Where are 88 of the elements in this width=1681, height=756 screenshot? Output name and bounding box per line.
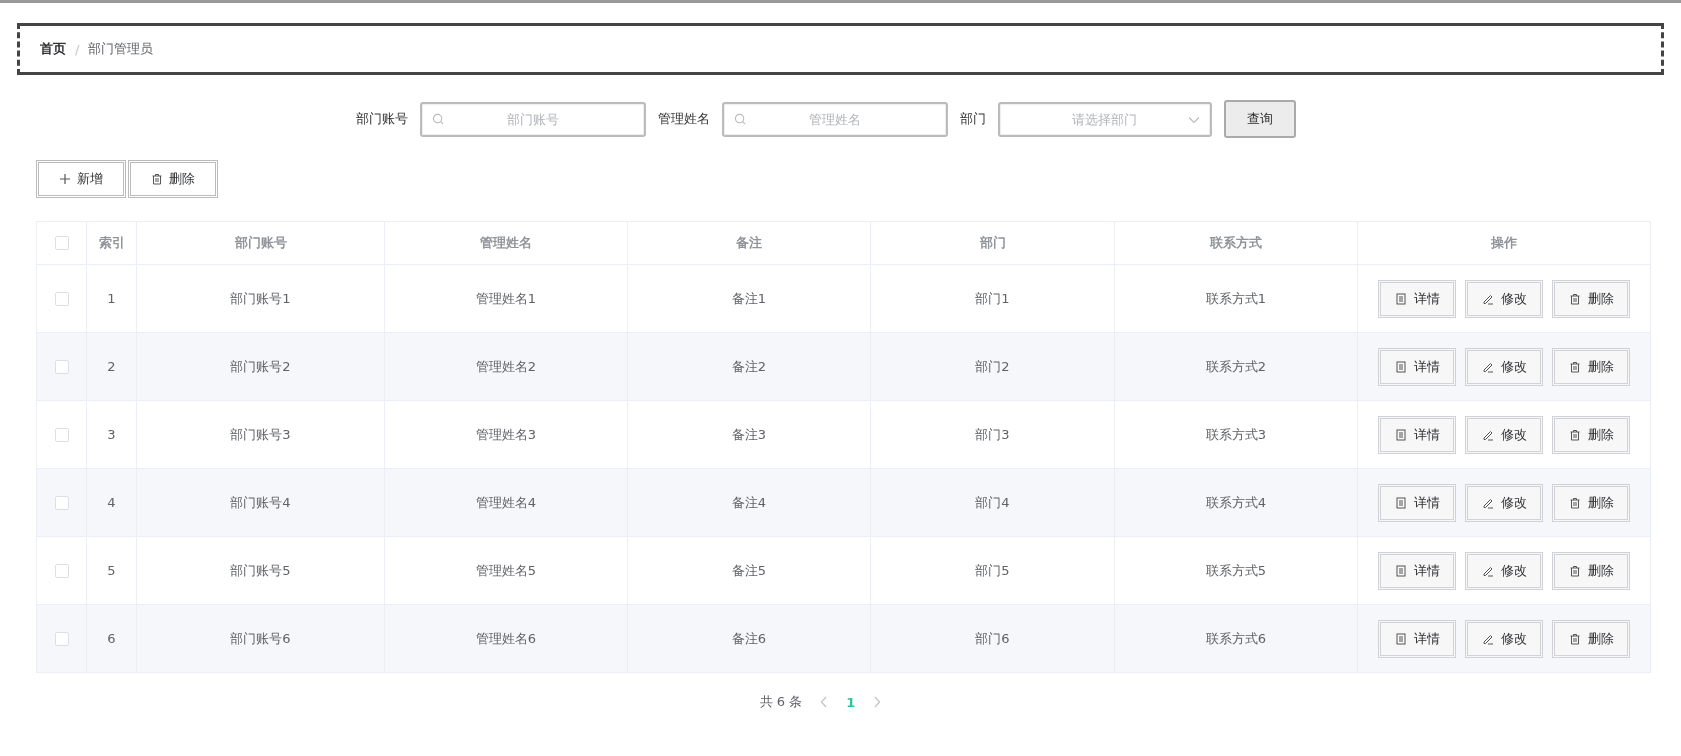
- delete-button[interactable]: 删除: [1552, 415, 1630, 454]
- pencil-icon: [1481, 360, 1494, 373]
- edit-button[interactable]: 修改: [1465, 347, 1543, 386]
- table-cell: 部门账号4: [136, 469, 384, 536]
- checkbox[interactable]: [54, 359, 69, 374]
- table-cell: 备注4: [627, 469, 870, 536]
- breadcrumb-separator: /: [75, 41, 80, 57]
- document-icon: [1394, 496, 1407, 509]
- field-label: 部门账号: [355, 110, 408, 128]
- detail-button[interactable]: 详情: [1378, 551, 1456, 590]
- table-cell: 备注2: [627, 333, 870, 400]
- search-field[interactable]: 部门账号: [419, 101, 646, 137]
- add-button[interactable]: 新增: [36, 160, 126, 198]
- pencil-icon: [1481, 292, 1494, 305]
- detail-button[interactable]: 详情: [1378, 347, 1456, 386]
- delete-button[interactable]: 删除: [1552, 619, 1630, 658]
- search-icon: [431, 112, 445, 126]
- breadcrumb-link[interactable]: 首页: [40, 40, 66, 58]
- delete-button[interactable]: 删除: [1552, 551, 1630, 590]
- pencil-icon: [1481, 564, 1494, 577]
- edit-button[interactable]: 修改: [1465, 483, 1543, 522]
- delete-button[interactable]: 删除: [1552, 347, 1630, 386]
- checkbox[interactable]: [54, 563, 69, 578]
- document-icon: [1394, 564, 1407, 577]
- pencil-icon: [1481, 496, 1494, 509]
- delete-button[interactable]: 删除: [128, 160, 218, 198]
- table-cell: 部门账号2: [136, 333, 384, 400]
- table-cell: 6: [86, 605, 136, 672]
- delete-button[interactable]: 删除: [1552, 483, 1630, 522]
- detail-button[interactable]: 详情: [1378, 279, 1456, 318]
- column-header: 索引: [86, 222, 136, 264]
- pencil-icon: [1481, 632, 1494, 645]
- column-header: 联系方式: [1114, 222, 1357, 264]
- column-header: 操作: [1357, 222, 1650, 264]
- total-count: 共 6 条: [759, 693, 803, 711]
- detail-button[interactable]: 详情: [1378, 483, 1456, 522]
- select-field[interactable]: 请选择部门: [997, 101, 1212, 137]
- table-cell: 管理姓名6: [384, 605, 627, 672]
- trash-icon: [1568, 360, 1581, 373]
- table-cell: 联系方式4: [1114, 469, 1357, 536]
- edit-button[interactable]: 修改: [1465, 551, 1543, 590]
- table-cell: 部门账号6: [136, 605, 384, 672]
- field-label: 部门: [959, 110, 986, 128]
- detail-button[interactable]: 详情: [1378, 415, 1456, 454]
- document-icon: [1394, 632, 1407, 645]
- next-page-icon[interactable]: [873, 696, 882, 708]
- checkbox[interactable]: [54, 631, 69, 646]
- search-icon: [733, 112, 747, 126]
- document-icon: [1394, 292, 1407, 305]
- plus-icon: [59, 173, 71, 185]
- table-cell: 联系方式2: [1114, 333, 1357, 400]
- column-header: 部门账号: [136, 222, 384, 264]
- document-icon: [1394, 360, 1407, 373]
- document-icon: [1394, 428, 1407, 441]
- detail-button[interactable]: 详情: [1378, 619, 1456, 658]
- column-header: 管理姓名: [384, 222, 627, 264]
- trash-icon: [1568, 564, 1581, 577]
- table-cell: 管理姓名2: [384, 333, 627, 400]
- previous-page-icon[interactable]: [820, 696, 829, 708]
- chevron-down-icon: [1187, 115, 1200, 124]
- breadcrumb-link[interactable]: 部门管理员: [88, 40, 154, 58]
- table-cell: 2: [86, 333, 136, 400]
- table-cell: 部门6: [870, 605, 1114, 672]
- delete-button[interactable]: 删除: [1552, 279, 1630, 318]
- table-cell: 管理姓名4: [384, 469, 627, 536]
- search-field[interactable]: 管理姓名: [721, 101, 948, 137]
- trash-icon: [1568, 292, 1581, 305]
- trash-icon: [151, 173, 163, 185]
- table-cell: 4: [86, 469, 136, 536]
- table-cell: 联系方式6: [1114, 605, 1357, 672]
- pencil-icon: [1481, 428, 1494, 441]
- checkbox[interactable]: [54, 495, 69, 510]
- edit-button[interactable]: 修改: [1465, 415, 1543, 454]
- checkbox[interactable]: [54, 291, 69, 306]
- edit-button[interactable]: 修改: [1465, 619, 1543, 658]
- edit-button[interactable]: 修改: [1465, 279, 1543, 318]
- table-cell: 备注6: [627, 605, 870, 672]
- search-button[interactable]: 查询: [1223, 100, 1296, 138]
- table-cell: 部门2: [870, 333, 1114, 400]
- trash-icon: [1568, 632, 1581, 645]
- checkbox[interactable]: [54, 427, 69, 442]
- checkbox[interactable]: [54, 236, 69, 250]
- table-cell: 部门4: [870, 469, 1114, 536]
- column-header: 备注: [627, 222, 870, 264]
- field-label: 管理姓名: [657, 110, 710, 128]
- column-header: 部门: [870, 222, 1114, 264]
- trash-icon: [1568, 428, 1581, 441]
- trash-icon: [1568, 496, 1581, 509]
